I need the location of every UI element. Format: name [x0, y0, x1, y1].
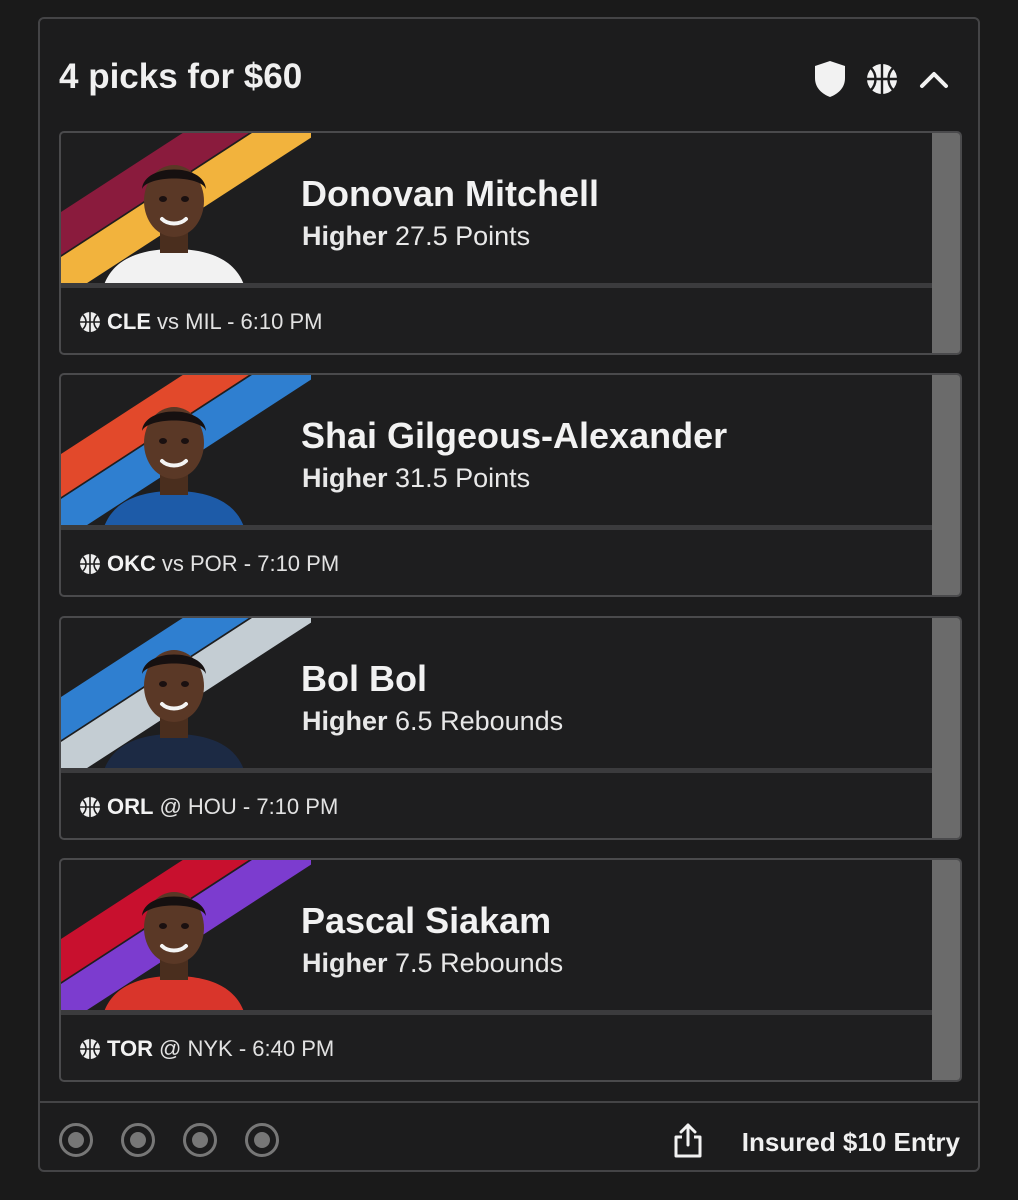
pick-card-header: Pascal Siakam Higher 7.5 Rebounds	[61, 860, 932, 1012]
pick-card-header: Shai Gilgeous-Alexander Higher 31.5 Poin…	[61, 375, 932, 527]
pick-direction: Higher	[302, 463, 388, 493]
card-scrollbar[interactable]	[932, 375, 960, 595]
pick-status-dots	[59, 1123, 279, 1157]
card-scrollbar[interactable]	[932, 618, 960, 838]
share-icon[interactable]	[672, 1121, 704, 1159]
pick-direction: Higher	[302, 948, 388, 978]
pick-projection: Higher 7.5 Rebounds	[302, 948, 563, 979]
entry-panel: 4 picks for $60 Donovan Mitchell Higher …	[38, 17, 980, 1172]
pick-card[interactable]: Pascal Siakam Higher 7.5 Rebounds TOR @ …	[59, 858, 962, 1082]
basketball-icon	[80, 554, 100, 574]
card-divider	[61, 768, 932, 773]
entry-header: 4 picks for $60	[40, 19, 978, 129]
pick-status-dot	[245, 1123, 279, 1157]
pick-card-header: Donovan Mitchell Higher 27.5 Points	[61, 133, 932, 285]
pick-direction: Higher	[302, 706, 388, 736]
matchup-detail: @ NYK - 6:40 PM	[159, 1036, 335, 1061]
pick-projection: Higher 31.5 Points	[302, 463, 530, 494]
card-divider	[61, 525, 932, 530]
game-matchup: CLE vs MIL - 6:10 PM	[79, 309, 322, 335]
pick-projection: Higher 6.5 Rebounds	[302, 706, 563, 737]
player-avatar	[104, 630, 244, 770]
pick-card[interactable]: Shai Gilgeous-Alexander Higher 31.5 Poin…	[59, 373, 962, 597]
player-avatar	[104, 872, 244, 1012]
team-abbr: CLE	[107, 309, 151, 334]
entry-footer: Insured $10 Entry	[40, 1101, 978, 1172]
team-abbr: OKC	[107, 551, 156, 576]
basketball-icon	[80, 312, 100, 332]
player-name: Bol Bol	[301, 658, 427, 699]
pick-card-header: Bol Bol Higher 6.5 Rebounds	[61, 618, 932, 770]
pick-card[interactable]: Donovan Mitchell Higher 27.5 Points CLE …	[59, 131, 962, 355]
team-abbr: TOR	[107, 1036, 154, 1061]
basketball-icon	[80, 797, 100, 817]
entry-title: 4 picks for $60	[59, 57, 303, 96]
basketball-icon	[80, 1039, 100, 1059]
game-matchup: OKC vs POR - 7:10 PM	[79, 551, 339, 577]
team-abbr: ORL	[107, 794, 154, 819]
player-name: Shai Gilgeous-Alexander	[301, 415, 728, 456]
card-scrollbar[interactable]	[932, 860, 960, 1080]
matchup-detail: @ HOU - 7:10 PM	[159, 794, 339, 819]
pick-line: 31.5 Points	[395, 463, 531, 493]
entry-label: Insured $10 Entry	[741, 1127, 960, 1157]
pick-projection: Higher 27.5 Points	[302, 221, 530, 252]
card-divider	[61, 283, 932, 288]
pick-line: 7.5 Rebounds	[395, 948, 564, 978]
player-name: Donovan Mitchell	[301, 173, 600, 214]
pick-line: 6.5 Rebounds	[395, 706, 564, 736]
chevron-up-icon[interactable]	[916, 59, 952, 99]
card-divider	[61, 1010, 932, 1015]
card-scrollbar[interactable]	[932, 133, 960, 353]
player-avatar	[104, 387, 244, 527]
shield-icon[interactable]	[812, 59, 848, 99]
game-matchup: ORL @ HOU - 7:10 PM	[79, 794, 338, 820]
pick-status-dot	[183, 1123, 217, 1157]
player-name: Pascal Siakam	[301, 900, 552, 941]
game-matchup: TOR @ NYK - 6:40 PM	[79, 1036, 334, 1062]
pick-card[interactable]: Bol Bol Higher 6.5 Rebounds ORL @ HOU - …	[59, 616, 962, 840]
pick-status-dot	[59, 1123, 93, 1157]
matchup-detail: vs POR - 7:10 PM	[161, 551, 340, 576]
header-icons	[812, 59, 952, 99]
pick-direction: Higher	[302, 221, 388, 251]
matchup-detail: vs MIL - 6:10 PM	[157, 309, 323, 334]
pick-status-dot	[121, 1123, 155, 1157]
basketball-icon[interactable]	[864, 59, 900, 99]
player-avatar	[104, 145, 244, 285]
pick-line: 27.5 Points	[395, 221, 531, 251]
